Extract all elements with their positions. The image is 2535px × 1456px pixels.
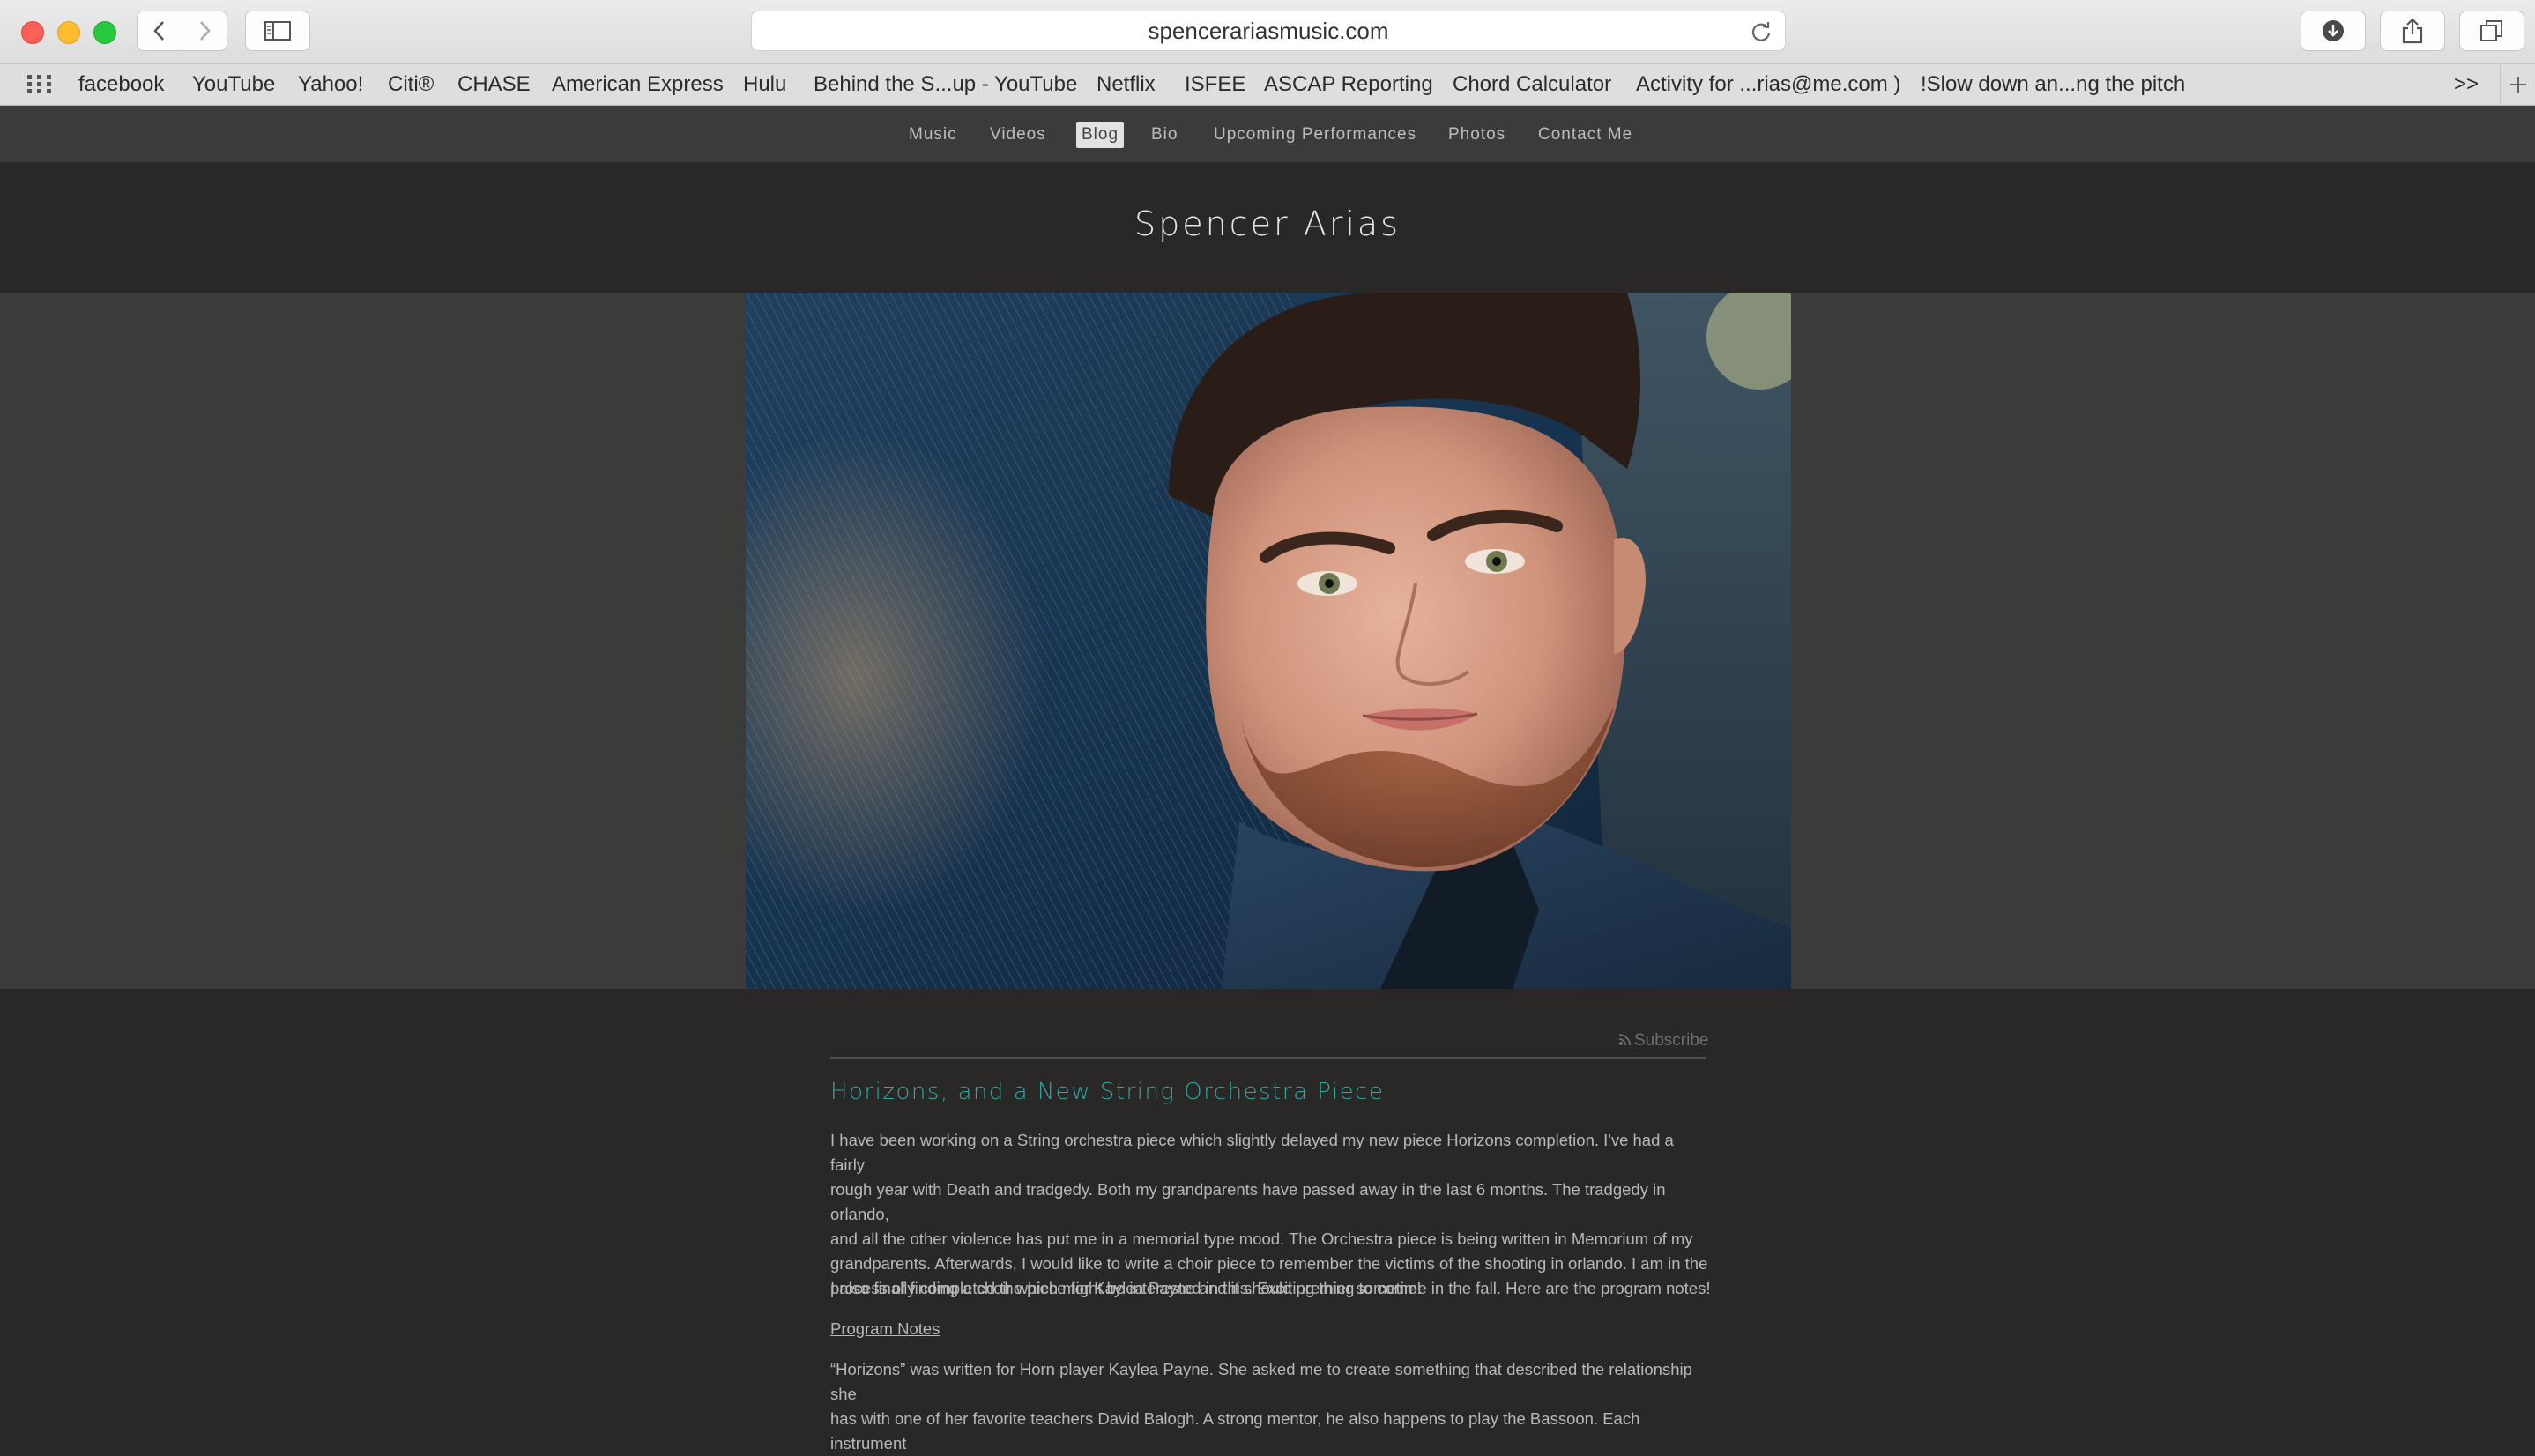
nav-contact-me[interactable]: Contact Me: [1538, 122, 1632, 148]
address-bar[interactable]: spencerariasmusic.com: [751, 11, 1786, 51]
plus-icon: [2510, 77, 2526, 93]
favorite-link[interactable]: American Express: [552, 64, 724, 105]
blog-content: Subscribe Horizons, and a New String Orc…: [0, 989, 2535, 1452]
minimize-window-button[interactable]: [57, 21, 80, 44]
post-line: and all the other violence has put me in…: [830, 1229, 1693, 1248]
favorite-link[interactable]: Behind the S...up - YouTube: [814, 64, 1077, 105]
favorite-link[interactable]: ASCAP Reporting: [1264, 64, 1433, 105]
post-line: rough year with Death and tradgedy. Both…: [830, 1180, 1666, 1223]
zoom-window-button[interactable]: [93, 21, 116, 44]
site-title[interactable]: Spencer Arias: [0, 204, 2535, 243]
chevron-right-icon: [200, 21, 211, 41]
post-title[interactable]: Horizons, and a New String Orchestra Pie…: [830, 1079, 1384, 1105]
favorite-link[interactable]: CHASE: [457, 64, 531, 105]
favorite-link[interactable]: facebook: [78, 64, 164, 105]
favorite-link[interactable]: Hulu: [743, 64, 786, 105]
subscribe-link[interactable]: Subscribe: [1618, 1031, 1709, 1051]
favorite-link[interactable]: Citi®: [388, 64, 434, 105]
new-tab-button[interactable]: [2500, 64, 2535, 105]
downloads-button[interactable]: [2301, 11, 2366, 51]
favorite-link[interactable]: ISFEE: [1185, 64, 1245, 105]
post-line: “Horizons” was written for Horn player K…: [830, 1360, 1692, 1403]
nav-upcoming-performances[interactable]: Upcoming Performances: [1214, 122, 1416, 148]
grid-icon[interactable]: [26, 73, 53, 96]
favorite-link[interactable]: !Slow down an...ng the pitch: [1921, 64, 2185, 105]
tabs-overview-icon: [2480, 20, 2502, 41]
close-window-button[interactable]: [21, 21, 44, 44]
share-button[interactable]: [2380, 11, 2445, 51]
post-line: I have been working on a String orchestr…: [830, 1131, 1674, 1174]
share-icon: [2402, 18, 2423, 44]
portrait-illustration: [746, 293, 1791, 989]
post-paragraph: I have been working on a String orchestr…: [830, 1128, 1712, 1301]
favorite-link[interactable]: Yahoo!: [298, 64, 363, 105]
download-icon: [2323, 20, 2344, 41]
nav-photos[interactable]: Photos: [1448, 122, 1505, 148]
reload-icon[interactable]: [1750, 20, 1773, 43]
rss-icon: [1618, 1034, 1631, 1046]
subscribe-label: Subscribe: [1634, 1031, 1709, 1050]
sidebar-icon: [264, 21, 291, 41]
divider: [830, 1057, 1706, 1059]
site-header: Spencer Arias: [0, 162, 2535, 293]
post-paragraph: “Horizons” was written for Horn player K…: [830, 1357, 1712, 1456]
nav-bio[interactable]: Bio: [1151, 122, 1178, 148]
favorite-link[interactable]: Activity for ...rias@me.com ): [1636, 64, 1900, 105]
favorites-bar: facebook YouTube Yahoo! Citi® CHASE Amer…: [0, 63, 2535, 106]
sidebar-button[interactable]: [245, 11, 310, 51]
nav-blog[interactable]: Blog: [1076, 122, 1125, 148]
banner-portrait-photo: [746, 293, 1791, 989]
tab-overview-button[interactable]: [2459, 11, 2524, 51]
post-paragraph: I also finally completed the piece for K…: [830, 1279, 1711, 1297]
banner-area: [0, 293, 2535, 989]
nav-videos[interactable]: Videos: [990, 122, 1046, 148]
forward-button[interactable]: [182, 11, 227, 51]
nav-music[interactable]: Music: [909, 122, 957, 148]
favorite-link[interactable]: Netflix: [1097, 64, 1156, 105]
chevron-left-icon: [153, 21, 164, 41]
favorite-link[interactable]: YouTube: [192, 64, 275, 105]
site-navigation: Music Videos Blog Bio Upcoming Performan…: [0, 106, 2535, 162]
program-notes-link[interactable]: Program Notes: [830, 1317, 940, 1341]
post-line: grandparents. Afterwards, I would like t…: [830, 1254, 1708, 1273]
favorite-link[interactable]: Chord Calculator: [1453, 64, 1611, 105]
post-line: has with one of her favorite teachers Da…: [830, 1409, 1640, 1452]
address-text: spencerariasmusic.com: [1148, 18, 1389, 44]
favorites-overflow-button[interactable]: >>: [2454, 64, 2479, 105]
browser-toolbar: spencerariasmusic.com: [0, 0, 2535, 63]
back-button[interactable]: [137, 11, 182, 51]
